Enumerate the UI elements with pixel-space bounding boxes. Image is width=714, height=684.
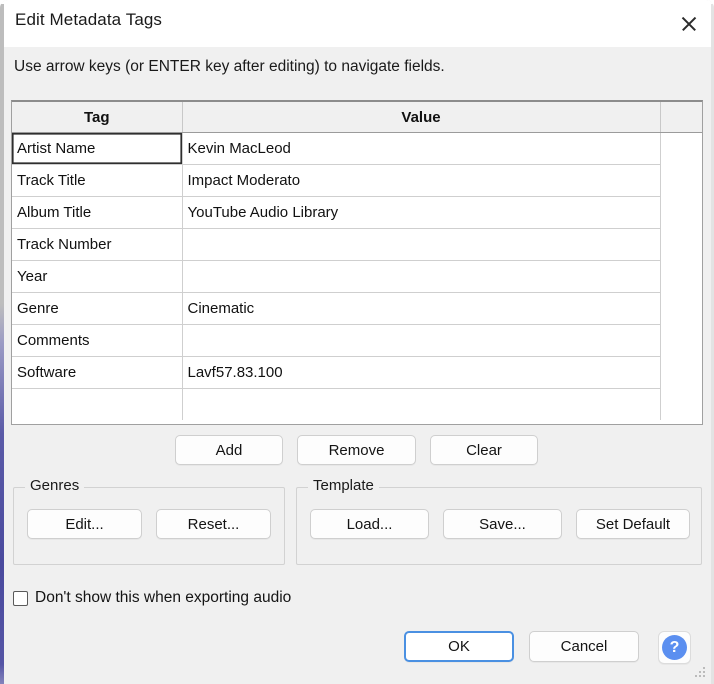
title-bar: Edit Metadata Tags xyxy=(0,0,714,47)
dont-show-checkbox[interactable] xyxy=(13,590,28,606)
template-set-default-button[interactable]: Set Default xyxy=(576,509,690,539)
help-icon: ? xyxy=(662,635,687,660)
column-header-spacer xyxy=(660,102,702,133)
ok-button[interactable]: OK xyxy=(404,631,514,662)
instruction-text: Use arrow keys (or ENTER key after editi… xyxy=(14,58,445,75)
help-button[interactable]: ? xyxy=(658,631,691,664)
row-spacer-cell xyxy=(660,356,702,389)
tag-cell[interactable]: Track Number xyxy=(12,228,183,261)
value-cell[interactable] xyxy=(182,388,661,420)
dont-show-checkbox-label: Don't show this when exporting audio xyxy=(35,589,292,606)
table-row[interactable]: Album Title YouTube Audio Library xyxy=(12,196,702,229)
row-spacer-cell xyxy=(660,196,702,229)
genres-group: Genres Edit... Reset... xyxy=(13,477,285,565)
table-row[interactable]: Track Number xyxy=(12,228,702,261)
genres-reset-button[interactable]: Reset... xyxy=(156,509,271,539)
table-row[interactable]: Comments xyxy=(12,324,702,357)
value-cell[interactable]: Impact Moderato xyxy=(182,164,661,197)
row-spacer-cell xyxy=(660,164,702,197)
value-cell[interactable] xyxy=(182,228,661,261)
row-spacer-cell xyxy=(660,388,702,420)
table-row[interactable]: Artist Name Kevin MacLeod xyxy=(12,132,702,165)
tag-cell[interactable]: Software xyxy=(12,356,183,389)
value-cell[interactable] xyxy=(182,324,661,357)
tag-cell[interactable]: Year xyxy=(12,260,183,293)
tag-cell[interactable] xyxy=(12,388,183,420)
template-group: Template Load... Save... Set Default xyxy=(296,477,702,565)
window-left-edge xyxy=(0,4,4,684)
value-cell[interactable]: Cinematic xyxy=(182,292,661,325)
metadata-table: Tag Value Artist Name Kevin MacLeod Trac… xyxy=(12,102,702,420)
row-spacer-cell xyxy=(660,132,702,165)
template-group-label: Template xyxy=(308,477,379,494)
row-spacer-cell xyxy=(660,260,702,293)
tag-cell[interactable]: Artist Name xyxy=(12,132,183,165)
row-spacer-cell xyxy=(660,292,702,325)
table-header-row: Tag Value xyxy=(12,102,702,133)
table-row[interactable] xyxy=(12,388,702,420)
clear-button[interactable]: Clear xyxy=(430,435,538,465)
metadata-grid[interactable]: Tag Value Artist Name Kevin MacLeod Trac… xyxy=(11,100,703,425)
edit-metadata-tags-dialog: Edit Metadata Tags Use arrow keys (or EN… xyxy=(0,0,714,684)
genres-edit-button[interactable]: Edit... xyxy=(27,509,142,539)
table-row[interactable]: Genre Cinematic xyxy=(12,292,702,325)
template-save-button[interactable]: Save... xyxy=(443,509,562,539)
row-spacer-cell xyxy=(660,228,702,261)
table-row[interactable]: Software Lavf57.83.100 xyxy=(12,356,702,389)
row-spacer-cell xyxy=(660,324,702,357)
table-row[interactable]: Year xyxy=(12,260,702,293)
add-button[interactable]: Add xyxy=(175,435,283,465)
value-cell[interactable]: Kevin MacLeod xyxy=(182,132,661,165)
template-load-button[interactable]: Load... xyxy=(310,509,429,539)
tag-cell[interactable]: Track Title xyxy=(12,164,183,197)
close-icon xyxy=(680,15,698,33)
dialog-title: Edit Metadata Tags xyxy=(15,10,163,29)
resize-grip[interactable] xyxy=(695,667,707,679)
table-body: Artist Name Kevin MacLeod Track Title Im… xyxy=(12,132,702,420)
dont-show-checkbox-row[interactable]: Don't show this when exporting audio xyxy=(13,587,291,609)
value-cell[interactable] xyxy=(182,260,661,293)
dialog-body: Use arrow keys (or ENTER key after editi… xyxy=(0,47,714,684)
table-row[interactable]: Track Title Impact Moderato xyxy=(12,164,702,197)
tag-cell[interactable]: Album Title xyxy=(12,196,183,229)
genres-group-label: Genres xyxy=(25,477,85,494)
cancel-button[interactable]: Cancel xyxy=(529,631,639,662)
tag-cell[interactable]: Comments xyxy=(12,324,183,357)
column-header-value[interactable]: Value xyxy=(182,102,661,133)
close-button[interactable] xyxy=(664,0,714,47)
tag-cell[interactable]: Genre xyxy=(12,292,183,325)
value-cell[interactable]: Lavf57.83.100 xyxy=(182,356,661,389)
value-cell[interactable]: YouTube Audio Library xyxy=(182,196,661,229)
remove-button[interactable]: Remove xyxy=(297,435,416,465)
column-header-tag[interactable]: Tag xyxy=(12,102,183,133)
